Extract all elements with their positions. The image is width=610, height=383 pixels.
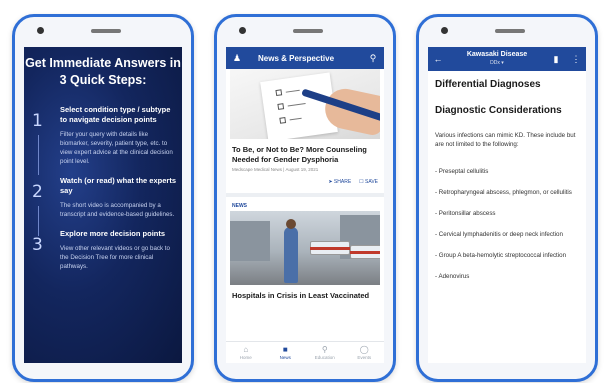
- article-image-checklist[interactable]: [230, 69, 380, 139]
- step-number: 3: [32, 235, 43, 255]
- step-number: 1: [32, 111, 43, 131]
- news-app-bar: ♟ News & Perspective ⚲: [226, 47, 384, 69]
- checkbox-drawing: [275, 89, 283, 97]
- steps-title: Get Immediate Answers in 3 Quick Steps:: [25, 56, 181, 87]
- nav-education[interactable]: ⚲ Education: [305, 342, 345, 363]
- save-label: SAVE: [365, 179, 378, 185]
- ambulance-stripe: [350, 251, 380, 254]
- chevron-down-icon: ▾: [501, 60, 504, 66]
- list-item: Adenovirus: [435, 272, 578, 281]
- differential-list: Preseptal cellulitis Retropharyngeal abs…: [435, 167, 578, 293]
- back-arrow-icon[interactable]: ←: [428, 54, 448, 64]
- section-label: NEWS: [232, 203, 247, 209]
- checkbox-drawing: [277, 103, 285, 110]
- nav-label: Home: [239, 355, 252, 360]
- ddx-app-bar: ← Kawasaki Disease DDx ▾ ▮ ⋮: [428, 47, 586, 71]
- section-heading: Differential Diagnoses: [435, 79, 541, 90]
- ddx-subtitle-text: DDx: [490, 60, 500, 66]
- steps-list: 1 Select condition type / subtype to nav…: [32, 105, 176, 281]
- article-actions: ➤ SHARE ☐ SAVE: [328, 179, 378, 185]
- step-body: View other relevant videos or go back to…: [60, 245, 170, 270]
- education-icon: ⚲: [321, 345, 328, 354]
- step-body: The short video is accompanied by a tran…: [60, 202, 175, 218]
- article-title[interactable]: Hospitals in Crisis in Least Vaccinated: [232, 291, 378, 301]
- events-icon: ◯: [359, 345, 369, 354]
- line-drawing: [287, 103, 306, 107]
- article-title[interactable]: To Be, or Not to Be? More Counseling Nee…: [232, 145, 378, 165]
- profile-icon[interactable]: ♟: [226, 53, 248, 64]
- line-drawing: [285, 89, 300, 93]
- step-body: Filter your query with details like biom…: [60, 131, 173, 165]
- camera: [37, 27, 44, 34]
- step-connector: [38, 135, 39, 175]
- nav-home[interactable]: ⌂ Home: [226, 342, 266, 363]
- step-heading: Explore more decision points: [60, 229, 166, 238]
- speaker: [495, 29, 525, 33]
- nav-label: Events: [357, 355, 372, 360]
- ddx-header-title: Kawasaki Disease: [466, 51, 528, 58]
- article-source: Medscape Medical News | August 19, 2021: [232, 167, 319, 172]
- article-image-hospital[interactable]: [230, 211, 380, 285]
- camera: [441, 27, 448, 34]
- list-item: Peritonsillar abscess: [435, 209, 578, 218]
- marketing-composite: Get Immediate Answers in 3 Quick Steps: …: [0, 0, 610, 383]
- intro-text: Various infections can mimic KD. These i…: [435, 132, 576, 148]
- share-icon: ➤: [328, 179, 333, 185]
- step-number: 2: [32, 182, 43, 202]
- step-2: 2 Watch (or read) what the experts say T…: [32, 176, 176, 236]
- step-heading: Watch (or read) what the experts say: [60, 176, 176, 195]
- phone-volume-button: [597, 129, 598, 169]
- steps-screen: Get Immediate Answers in 3 Quick Steps: …: [24, 47, 182, 363]
- section-heading: Diagnostic Considerations: [435, 105, 562, 116]
- phone-side-button: [193, 87, 194, 113]
- save-button[interactable]: ☐ SAVE: [359, 179, 378, 185]
- step-3: 3 Explore more decision points View othe…: [32, 229, 176, 271]
- checkbox-drawing: [279, 117, 287, 124]
- camera: [239, 27, 246, 34]
- more-icon[interactable]: ⋮: [566, 54, 586, 65]
- nav-label: Education: [314, 355, 335, 360]
- list-item: Group A beta-hemolytic streptococcal inf…: [435, 251, 578, 260]
- bookmark-icon[interactable]: ▮: [546, 54, 566, 65]
- list-item: Retropharyngeal abscess, phlegmon, or ce…: [435, 188, 578, 197]
- list-item: Cervical lymphadenitis or deep neck infe…: [435, 230, 578, 239]
- speaker: [293, 29, 323, 33]
- news-icon: ■: [282, 345, 288, 354]
- search-icon[interactable]: ⚲: [362, 53, 384, 64]
- building-drawing: [230, 221, 270, 261]
- list-item: Preseptal cellulitis: [435, 167, 578, 176]
- speaker: [91, 29, 121, 33]
- nurse-head: [286, 219, 296, 229]
- phone-ddx: ← Kawasaki Disease DDx ▾ ▮ ⋮ Differentia…: [416, 14, 598, 382]
- step-1: 1 Select condition type / subtype to nav…: [32, 105, 176, 175]
- bottom-navigation: ⌂ Home ■ News ⚲ Education ◯ Events: [226, 341, 384, 363]
- phone-news: ♟ News & Perspective ⚲ To Be, or Not to …: [214, 14, 396, 382]
- nav-label: News: [279, 355, 291, 360]
- ddx-screen: ← Kawasaki Disease DDx ▾ ▮ ⋮ Differentia…: [428, 47, 586, 363]
- ambulance-stripe: [310, 247, 350, 250]
- news-screen: ♟ News & Perspective ⚲ To Be, or Not to …: [226, 47, 384, 363]
- nav-news[interactable]: ■ News: [266, 342, 306, 363]
- line-drawing: [289, 117, 302, 121]
- share-button[interactable]: ➤ SHARE: [328, 179, 351, 185]
- ddx-header-subtitle: DDx ▾: [448, 59, 546, 67]
- nav-events[interactable]: ◯ Events: [345, 342, 385, 363]
- ddx-header[interactable]: Kawasaki Disease DDx ▾: [448, 51, 546, 67]
- step-heading: Select condition type / subtype to navig…: [60, 105, 171, 124]
- nurse-figure: [284, 227, 298, 283]
- news-header-title: News & Perspective: [258, 53, 335, 63]
- share-label: SHARE: [333, 179, 352, 185]
- phone-side-button: [597, 87, 598, 113]
- section-divider: [226, 193, 384, 197]
- bookmark-icon: ☐: [359, 179, 364, 185]
- home-icon: ⌂: [243, 345, 249, 354]
- phone-side-button: [395, 87, 396, 113]
- phone-steps: Get Immediate Answers in 3 Quick Steps: …: [12, 14, 194, 382]
